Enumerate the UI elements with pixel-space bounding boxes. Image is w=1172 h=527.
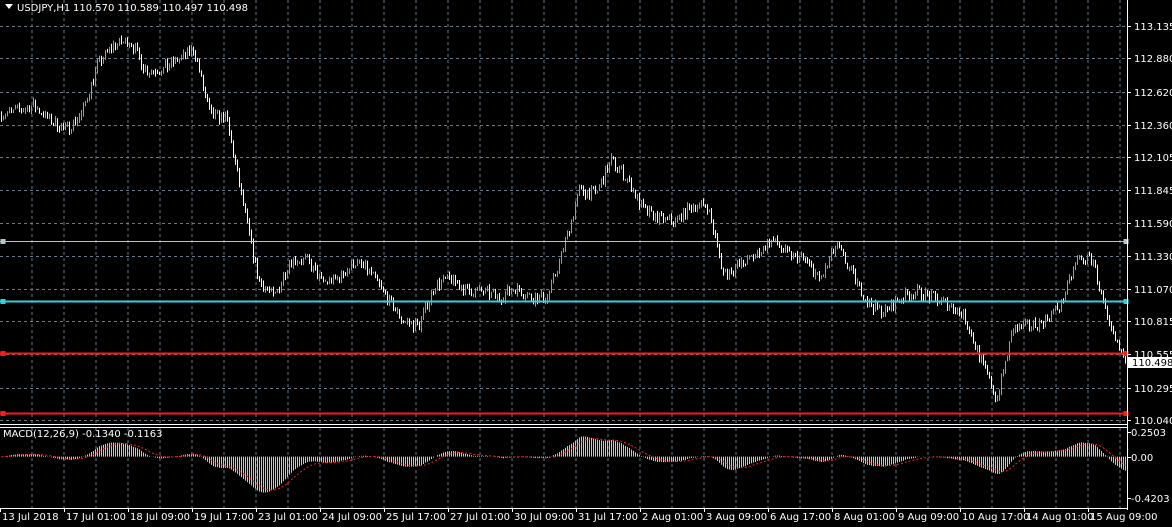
time-label: 6 Aug 17:00 <box>770 512 831 523</box>
macd-label: MACD(12,26,9) -0.1340 -0.1163 <box>3 429 163 440</box>
price-tick-label: 112.105 <box>1134 153 1172 164</box>
time-label: 10 Aug 17:00 <box>962 512 1029 523</box>
time-label: 24 Jul 09:00 <box>322 512 382 523</box>
macd-signal-line <box>1 438 1126 491</box>
time-label: 30 Jul 09:00 <box>514 512 574 523</box>
line-handle[interactable] <box>0 239 6 244</box>
price-tick-label: 112.880 <box>1134 54 1172 65</box>
time-label: 19 Jul 17:00 <box>194 512 254 523</box>
price-tick-label: 112.620 <box>1134 88 1172 99</box>
price-tick-label: 112.360 <box>1134 121 1172 132</box>
current-price-label: 110.498 <box>1132 358 1172 369</box>
horizontal-lines[interactable] <box>0 239 1129 416</box>
triangle-down-icon[interactable] <box>5 4 13 9</box>
price-tick-label: 110.295 <box>1134 384 1172 395</box>
time-label: 8 Aug 01:00 <box>834 512 895 523</box>
axes: 113.135 112.880 112.620 112.360 112.105 111.8… <box>0 22 1172 523</box>
line-handle[interactable] <box>0 351 6 356</box>
ohlc-values: 110.570 110.589 110.497 110.498 <box>73 3 248 14</box>
chart-header: USDJPY,H1 110.570 110.589 110.497 110.49… <box>5 3 248 14</box>
price-tick-label: 113.135 <box>1134 22 1172 33</box>
time-label: 13 Jul 2018 <box>2 512 59 523</box>
time-label: 9 Aug 09:00 <box>898 512 959 523</box>
time-label: 23 Jul 01:00 <box>258 512 318 523</box>
time-label: 14 Aug 01:00 <box>1026 512 1093 523</box>
price-chart[interactable]: 113.135 112.880 112.620 112.360 112.105 111.8… <box>0 0 1172 527</box>
price-tick-label: 111.590 <box>1134 219 1172 230</box>
macd-tick-label: 0.00 <box>1131 453 1153 464</box>
macd-tick-label: 0.2503 <box>1131 428 1166 439</box>
time-label: 18 Jul 09:00 <box>130 512 190 523</box>
macd-panel <box>1 436 1126 493</box>
symbol-label: USDJPY,H1 <box>17 3 70 14</box>
price-tick-label: 110.040 <box>1134 416 1172 427</box>
time-label: 2 Aug 01:00 <box>642 512 703 523</box>
line-handle[interactable] <box>0 411 6 416</box>
chart-frame <box>0 0 1128 510</box>
macd-tick-label: -0.4203 <box>1131 494 1170 505</box>
time-label: 15 Aug 09:00 <box>1090 512 1157 523</box>
price-tick-label: 111.070 <box>1134 285 1172 296</box>
line-handle[interactable] <box>0 299 6 304</box>
time-label: 25 Jul 17:00 <box>386 512 446 523</box>
time-label: 27 Jul 01:00 <box>450 512 510 523</box>
time-label: 17 Jul 01:00 <box>66 512 126 523</box>
price-bars <box>1 35 1126 403</box>
price-tick-label: 111.330 <box>1134 252 1172 263</box>
price-tick-label: 110.815 <box>1134 317 1172 328</box>
time-label: 31 Jul 17:00 <box>578 512 638 523</box>
time-label: 3 Aug 09:00 <box>706 512 767 523</box>
price-tick-label: 111.845 <box>1134 186 1172 197</box>
grid <box>0 0 1127 508</box>
